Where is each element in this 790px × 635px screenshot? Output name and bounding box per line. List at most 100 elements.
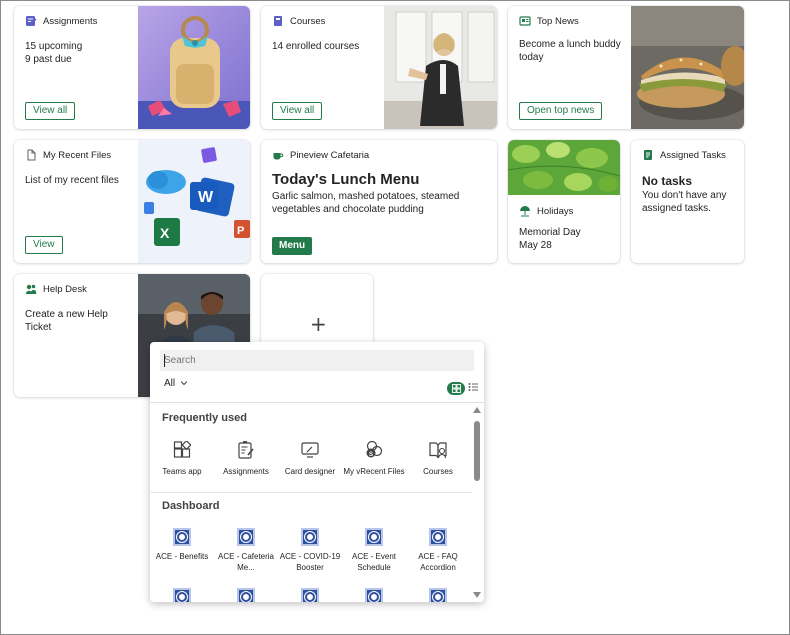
app-tile-ace-covid-booster[interactable]: ACE - COVID-19 Booster: [278, 528, 342, 573]
svg-text:P: P: [237, 225, 244, 237]
app-tile-label: ACE - Event Schedule: [351, 552, 396, 572]
grid-view-icon[interactable]: [447, 381, 465, 395]
courses-icon: [427, 439, 449, 461]
courses-card[interactable]: Courses 14 enrolled courses View all: [261, 6, 497, 129]
menu-button[interactable]: Menu: [272, 237, 313, 255]
card-designer-icon: [299, 439, 321, 461]
ace-logo-icon: [173, 588, 191, 602]
text-cursor: [164, 354, 165, 367]
ace-logo-icon: [237, 588, 255, 602]
app-tile-ace-benefits[interactable]: ACE - Benefits: [150, 528, 214, 562]
holidays-card[interactable]: Holidays Memorial Day May 28: [508, 140, 620, 263]
card-title: Assignments: [43, 15, 98, 27]
holiday-date: May 28: [519, 240, 552, 251]
app-tile-label: ACE - Cafeteria Me...: [217, 552, 275, 572]
app-tile-label: Courses: [423, 467, 453, 476]
app-tile-partial[interactable]: [150, 588, 214, 602]
dashboard-heading: Dashboard: [162, 500, 220, 512]
card-header: Top News: [519, 15, 579, 27]
cafeteria-card[interactable]: Pineview Cafetaria Today's Lunch Menu Ga…: [261, 140, 497, 263]
svg-text:S: S: [369, 452, 373, 458]
card-header: Assignments: [25, 15, 97, 27]
card-body: 15 upcoming 9 past due: [25, 40, 82, 66]
card-title: Holidays: [537, 205, 574, 217]
news-headline-line2: today: [519, 52, 544, 63]
app-tile-partial[interactable]: [342, 588, 406, 602]
teacher-image: [384, 6, 497, 129]
card-header: Holidays: [519, 205, 573, 217]
backpack-image: [138, 6, 250, 129]
ace-logo-icon: [429, 528, 447, 546]
svg-text:W: W: [198, 189, 214, 206]
card-title: Courses: [290, 15, 326, 27]
no-tasks-description: You don't have any assigned tasks.: [642, 190, 727, 214]
ace-logo-icon: [237, 528, 255, 546]
view-toggle[interactable]: [447, 379, 478, 397]
recent-files-card[interactable]: My Recent Files List of my recent files …: [14, 140, 250, 263]
card-body: Memorial Day May 28: [519, 226, 581, 252]
app-tile-label: My vRecent Files: [343, 467, 405, 476]
app-tile-card-designer[interactable]: Card designer: [278, 439, 342, 477]
view-recent-files-button[interactable]: View: [25, 236, 63, 254]
filter-label: All: [164, 378, 176, 389]
app-tile-courses[interactable]: Courses: [406, 439, 470, 477]
app-tile-partial[interactable]: [278, 588, 342, 602]
app-tile-recent-files[interactable]: S My vRecent Files: [342, 439, 406, 477]
scrollbar-thumb[interactable]: [474, 421, 480, 481]
app-tile-ace-event-schedule[interactable]: ACE - Event Schedule: [342, 528, 406, 573]
list-view-icon[interactable]: [468, 379, 478, 397]
past-due-count: 9 past due: [25, 54, 72, 65]
teams-app-icon: [171, 439, 193, 461]
assignments-card[interactable]: Assignments 15 upcoming 9 past due View …: [14, 6, 250, 129]
scroll-up-arrow-icon[interactable]: [473, 407, 481, 413]
recent-files-description: List of my recent files: [25, 175, 119, 186]
ace-logo-icon: [365, 588, 383, 602]
ace-logo-icon: [301, 528, 319, 546]
recent-files-icon: S: [363, 439, 385, 461]
card-body: List of my recent files: [25, 174, 119, 187]
app-tile-partial[interactable]: [406, 588, 470, 602]
card-header: My Recent Files: [25, 149, 111, 161]
card-body: 14 enrolled courses: [272, 40, 359, 53]
card-picker-popup: All Frequently used Teams app Assignment…: [150, 342, 484, 602]
assignments-icon: [235, 439, 257, 461]
top-news-card[interactable]: Top News Become a lunch buddy today Open…: [508, 6, 744, 129]
app-tile-label: ACE - FAQ Accordion: [418, 552, 458, 572]
scrollbar[interactable]: [472, 405, 482, 600]
leaves-image: [508, 140, 620, 195]
app-tile-ace-cafeteria[interactable]: ACE - Cafeteria Me...: [214, 528, 278, 573]
app-tile-teams-app[interactable]: Teams app: [150, 439, 214, 477]
card-title: Assigned Tasks: [660, 149, 726, 161]
open-top-news-button[interactable]: Open top news: [519, 102, 603, 120]
view-all-assignments-button[interactable]: View all: [25, 102, 76, 120]
tasks-icon: [642, 149, 654, 161]
no-tasks-heading: No tasks: [642, 174, 693, 188]
card-header: Help Desk: [25, 283, 87, 295]
sandwich-image: [631, 6, 744, 129]
view-all-courses-button[interactable]: View all: [272, 102, 323, 120]
card-body: Become a lunch buddy today: [519, 38, 621, 64]
lunch-menu-description: Garlic salmon, mashed potatoes, steamed …: [272, 191, 460, 215]
filter-dropdown[interactable]: All: [164, 378, 188, 389]
app-tile-label: Card designer: [284, 467, 336, 476]
app-tile-label: Assignments: [223, 467, 269, 476]
app-tile-assignments[interactable]: Assignments: [214, 439, 278, 477]
search-input[interactable]: [160, 350, 474, 371]
card-title: My Recent Files: [43, 149, 112, 161]
assigned-tasks-card[interactable]: Assigned Tasks No tasks You don't have a…: [631, 140, 744, 263]
plus-icon[interactable]: +: [310, 314, 327, 334]
card-title: Help Desk: [43, 283, 87, 295]
upcoming-count: 15 upcoming: [25, 41, 83, 52]
ace-logo-icon: [173, 528, 191, 546]
card-header: Courses: [272, 15, 325, 27]
help-desk-icon: [25, 283, 37, 295]
lunch-menu-heading: Today's Lunch Menu: [272, 171, 420, 188]
coffee-cup-icon: [272, 149, 284, 161]
card-body: Create a new Help Ticket: [25, 308, 108, 334]
app-tile-ace-faq-accordion[interactable]: ACE - FAQ Accordion: [406, 528, 470, 573]
enrolled-courses: 14 enrolled courses: [272, 41, 360, 52]
scroll-down-arrow-icon[interactable]: [473, 592, 481, 598]
app-tile-partial[interactable]: [214, 588, 278, 602]
news-icon: [519, 15, 531, 27]
office-apps-image: W X P: [138, 140, 250, 263]
